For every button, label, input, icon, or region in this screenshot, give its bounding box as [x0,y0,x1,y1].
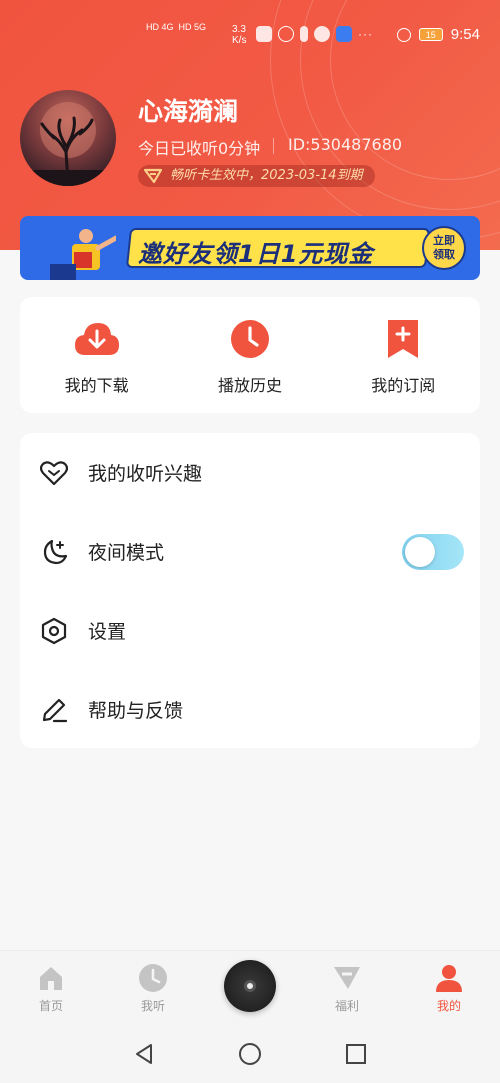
wechat-icon [278,26,294,42]
home-icon [40,967,62,990]
claim-now-button[interactable]: 立即 领取 [422,226,466,270]
menu-item-listening-interest[interactable]: 我的收听兴趣 [20,433,480,512]
username[interactable]: 心海漪澜 [138,92,238,128]
tab-label: 我听 [140,999,165,1013]
v-logo-icon [144,168,162,184]
heart-icon [40,460,68,485]
alarm-icon [396,27,411,42]
message-icon [314,26,330,42]
menu-item-night-mode: 夜间模式 [20,512,480,591]
tab-mine[interactable]: 我的 [414,963,484,1014]
menu-item-help-feedback[interactable]: 帮助与反馈 [20,670,480,749]
tab-label: 首页 [38,999,63,1013]
notification-icons: ··· [256,26,373,42]
cloud-download-icon [74,323,119,355]
signal-indicators: HD 4G HD 5G [146,22,207,32]
play-history-button[interactable]: 播放历史 [180,314,320,396]
badge-line2: 领取 [433,248,455,261]
tab-home[interactable]: 首页 [16,963,86,1014]
my-subscriptions-label: 我的订阅 [371,376,436,395]
settings-hexagon-icon [41,617,67,644]
net-speed: 3.3 K/s [232,24,247,46]
tab-welfare[interactable]: 福利 [312,963,382,1014]
listen-time-today: 今日已收听0分钟 [138,139,261,158]
system-nav-bar [0,1024,500,1083]
my-downloads-button[interactable]: 我的下载 [27,314,167,396]
toggle-knob [405,536,435,567]
person-icon [436,965,462,992]
music-icon [336,26,352,42]
tab-listening[interactable]: 我听 [118,963,188,1014]
home-circle-icon[interactable] [238,1042,262,1066]
app-notification-icon [256,26,272,42]
quick-actions-card: 我的下载 播放历史 我的订阅 [20,297,480,413]
clock-icon [139,964,167,992]
user-id: ID:530487680 [288,135,403,154]
invite-banner[interactable]: 邀好友领1日1元现金 立即 领取 [20,216,480,280]
divider [273,138,274,154]
more-dots: ··· [358,27,373,41]
avatar[interactable] [20,90,116,186]
menu-item-label: 我的收听兴趣 [88,463,203,485]
night-mode-toggle[interactable] [402,533,464,570]
person-illustration-icon [50,229,116,280]
battery-saver-icon [300,26,308,42]
vip-status-badge[interactable]: 畅听卡生效中，2023-03-14到期 [138,165,375,187]
status-right: 15 9:54 [396,26,480,43]
status-bar: HD 4G HD 5G 3.3 K/s ··· 15 9:54 [0,0,500,70]
menu-item-label: 设置 [88,621,127,643]
moon-icon [43,539,68,564]
my-subscriptions-button[interactable]: 我的订阅 [333,314,473,396]
battery-icon: 15 [418,28,443,41]
back-icon[interactable] [132,1042,156,1066]
menu-item-label: 夜间模式 [88,542,165,564]
bookmark-plus-icon [388,320,419,358]
vip-status-text: 畅听卡生效中，2023-03-14到期 [170,168,363,183]
play-history-label: 播放历史 [217,376,282,395]
clock-icon [230,320,269,358]
badge-line1: 立即 [433,234,455,247]
tab-label: 我的 [436,999,461,1013]
disc-hub [244,980,256,992]
tab-label: 福利 [334,999,359,1013]
now-playing-disc-button[interactable] [224,960,276,1012]
recents-icon[interactable] [344,1042,368,1066]
pencil-icon [42,698,68,722]
v-logo-icon [334,967,360,989]
banner-text: 邀好友领1日1元现金 [138,240,374,268]
settings-menu-card: 我的收听兴趣 夜间模式 设置 帮助与反馈 [20,433,480,748]
clock-time: 9:54 [450,26,480,43]
menu-item-label: 帮助与反馈 [88,700,184,722]
menu-item-settings[interactable]: 设置 [20,591,480,670]
tree-silhouette-icon [20,102,116,186]
my-downloads-label: 我的下载 [64,376,129,395]
